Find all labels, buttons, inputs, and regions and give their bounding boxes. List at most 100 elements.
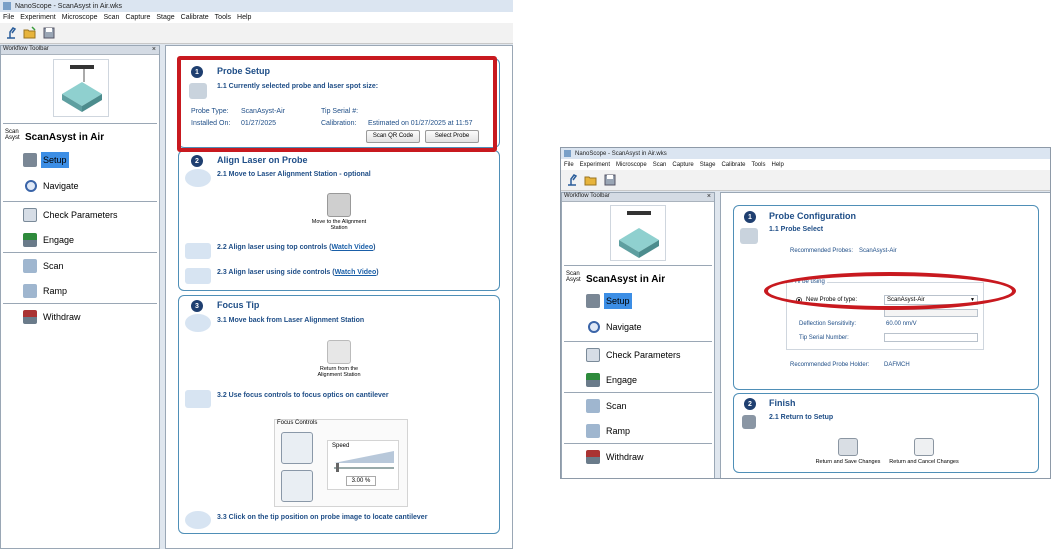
return-cancel-icon[interactable] bbox=[914, 438, 934, 456]
menu-file-right[interactable]: File bbox=[564, 162, 574, 168]
open-folder-icon-right[interactable] bbox=[583, 172, 599, 188]
step-check-parameters[interactable]: Check Parameters bbox=[23, 208, 118, 222]
menu-tools-right[interactable]: Tools bbox=[751, 162, 765, 168]
microscope-icon[interactable] bbox=[3, 25, 19, 41]
checklist-icon bbox=[23, 208, 37, 222]
move-to-station-label[interactable]: Move to the Alignment Station bbox=[309, 219, 369, 231]
step-withdraw-right[interactable]: Withdraw bbox=[586, 450, 644, 464]
menu-calibrate-right[interactable]: Calibrate bbox=[721, 162, 745, 168]
menu-help-right[interactable]: Help bbox=[771, 162, 783, 168]
step-withdraw-label: Withdraw bbox=[43, 312, 81, 322]
return-from-station-label[interactable]: Return from the Alignment Station bbox=[309, 366, 369, 378]
step-setup[interactable]: Setup bbox=[23, 152, 69, 168]
speed-value[interactable]: 3.00 % bbox=[346, 476, 376, 486]
watch-video-link-side[interactable]: Watch Video bbox=[335, 269, 377, 276]
menu-scan-right[interactable]: Scan bbox=[653, 162, 667, 168]
step-number-2: 2 bbox=[191, 155, 203, 167]
deflection-sensitivity-label: Deflection Sensitivity: bbox=[799, 321, 857, 327]
focus-tip-step-3-2: 3.2 Use focus controls to focus optics o… bbox=[217, 392, 389, 399]
window-title: NanoScope - ScanAsyst in Air.wks bbox=[15, 2, 122, 10]
right-titlebar: NanoScope - ScanAsyst in Air.wks bbox=[561, 148, 1050, 159]
navigate-icon-right bbox=[588, 321, 600, 333]
step-engage-right[interactable]: Engage bbox=[586, 373, 637, 387]
menu-calibrate[interactable]: Calibrate bbox=[181, 14, 209, 21]
step-check-parameters-right[interactable]: Check Parameters bbox=[586, 348, 681, 362]
scanasyst-logo: Scan Asyst bbox=[5, 129, 20, 141]
menu-experiment-right[interactable]: Experiment bbox=[580, 162, 610, 168]
step-ramp-label-right: Ramp bbox=[606, 426, 631, 436]
step-group-scan: Scan Ramp bbox=[3, 252, 157, 302]
step-engage[interactable]: Engage bbox=[23, 233, 74, 247]
probe-image-box-right bbox=[610, 205, 666, 261]
menu-experiment[interactable]: Experiment bbox=[20, 14, 55, 21]
menu-stage[interactable]: Stage bbox=[156, 14, 174, 21]
menu-capture-right[interactable]: Capture bbox=[672, 162, 693, 168]
watch-video-link-top[interactable]: Watch Video bbox=[331, 244, 373, 251]
menu-help[interactable]: Help bbox=[237, 14, 251, 21]
tip-serial-number-label: Tip Serial Number: bbox=[799, 335, 849, 341]
step-navigate-label: Navigate bbox=[43, 181, 79, 191]
return-save-icon[interactable] bbox=[838, 438, 858, 456]
focus-down-button[interactable] bbox=[281, 470, 313, 502]
close-icon-right[interactable]: × bbox=[707, 193, 711, 200]
probe-select-icon bbox=[740, 228, 758, 244]
mode-name-right: ScanAsyst in Air bbox=[586, 274, 666, 285]
step-navigate-label-right: Navigate bbox=[606, 322, 642, 332]
step-scan[interactable]: Scan bbox=[23, 259, 64, 273]
speed-ramp-graphic bbox=[334, 451, 394, 463]
microscope-icon-right[interactable] bbox=[564, 172, 580, 188]
speed-slider[interactable] bbox=[334, 467, 394, 469]
close-icon[interactable]: × bbox=[152, 46, 156, 53]
step-group-withdraw-right: Withdraw bbox=[564, 443, 712, 473]
step-group-engage-right: Check Parameters Engage bbox=[564, 341, 712, 391]
menu-tools[interactable]: Tools bbox=[215, 14, 231, 21]
return-from-station-icon[interactable] bbox=[327, 340, 351, 364]
focus-tip-step-3-3: 3.3 Click on the tip position on probe i… bbox=[217, 514, 428, 521]
setup-icon bbox=[23, 153, 37, 167]
focus-optics-icon bbox=[185, 390, 211, 408]
return-save-label[interactable]: Return and Save Changes bbox=[808, 459, 888, 465]
menu-microscope[interactable]: Microscope bbox=[62, 14, 98, 21]
side-controls-icon bbox=[185, 268, 211, 284]
navigate-icon bbox=[25, 180, 37, 192]
step-scan-right[interactable]: Scan bbox=[586, 399, 627, 413]
step-ramp-right[interactable]: Ramp bbox=[586, 424, 630, 438]
step-ramp[interactable]: Ramp bbox=[23, 284, 67, 298]
finish-title: Finish bbox=[769, 398, 796, 408]
probe-select-subtitle: 1.1 Probe Select bbox=[769, 226, 824, 233]
menu-microscope-right[interactable]: Microscope bbox=[616, 162, 647, 168]
menu-capture[interactable]: Capture bbox=[125, 14, 150, 21]
menu-stage-right[interactable]: Stage bbox=[700, 162, 716, 168]
right-toolbar bbox=[561, 170, 1050, 191]
card-align-laser: 2 Align Laser on Probe 2.1 Move to Laser… bbox=[178, 150, 500, 291]
align-laser-step-2-2: 2.2 Align laser using top controls (Watc… bbox=[217, 244, 376, 251]
move-to-station-icon[interactable] bbox=[327, 193, 351, 217]
step-scan-label-right: Scan bbox=[606, 401, 627, 411]
step-setup-label-right: Setup bbox=[604, 293, 632, 309]
save-icon-right[interactable] bbox=[602, 172, 618, 188]
menu-file[interactable]: File bbox=[3, 14, 14, 21]
ramp-icon-right bbox=[586, 424, 600, 438]
speed-slider-thumb[interactable] bbox=[336, 463, 339, 472]
workflow-toolbar-title-right: Workflow Toolbar × bbox=[562, 193, 714, 202]
tip-serial-number-input[interactable] bbox=[884, 333, 978, 342]
open-folder-icon[interactable] bbox=[22, 25, 38, 41]
step-setup-right[interactable]: Setup bbox=[586, 293, 632, 309]
mode-name: ScanAsyst in Air bbox=[25, 132, 105, 143]
align-laser-step-2-3: 2.3 Align laser using side controls (Wat… bbox=[217, 269, 379, 276]
right-main-panel: 1 Probe Configuration 1.1 Probe Select R… bbox=[720, 192, 1050, 478]
save-icon[interactable] bbox=[41, 25, 57, 41]
step-navigate-right[interactable]: Navigate bbox=[588, 321, 642, 333]
card-focus-tip: 3 Focus Tip 3.1 Move back from Laser Ali… bbox=[178, 295, 500, 534]
step-withdraw[interactable]: Withdraw bbox=[23, 310, 81, 324]
return-cancel-label[interactable]: Return and Cancel Changes bbox=[882, 459, 966, 465]
browse-field[interactable] bbox=[884, 309, 978, 317]
focus-up-button[interactable] bbox=[281, 432, 313, 464]
probe-holder-icon-right bbox=[619, 211, 659, 258]
withdraw-icon bbox=[23, 310, 37, 324]
step-navigate[interactable]: Navigate bbox=[25, 180, 79, 192]
deflection-sensitivity-value: 60.00 nm/V bbox=[886, 321, 917, 327]
step-scan-label: Scan bbox=[43, 261, 64, 271]
menu-scan[interactable]: Scan bbox=[103, 14, 119, 21]
card-finish: 2 Finish 2.1 Return to Setup Return and … bbox=[733, 393, 1039, 473]
